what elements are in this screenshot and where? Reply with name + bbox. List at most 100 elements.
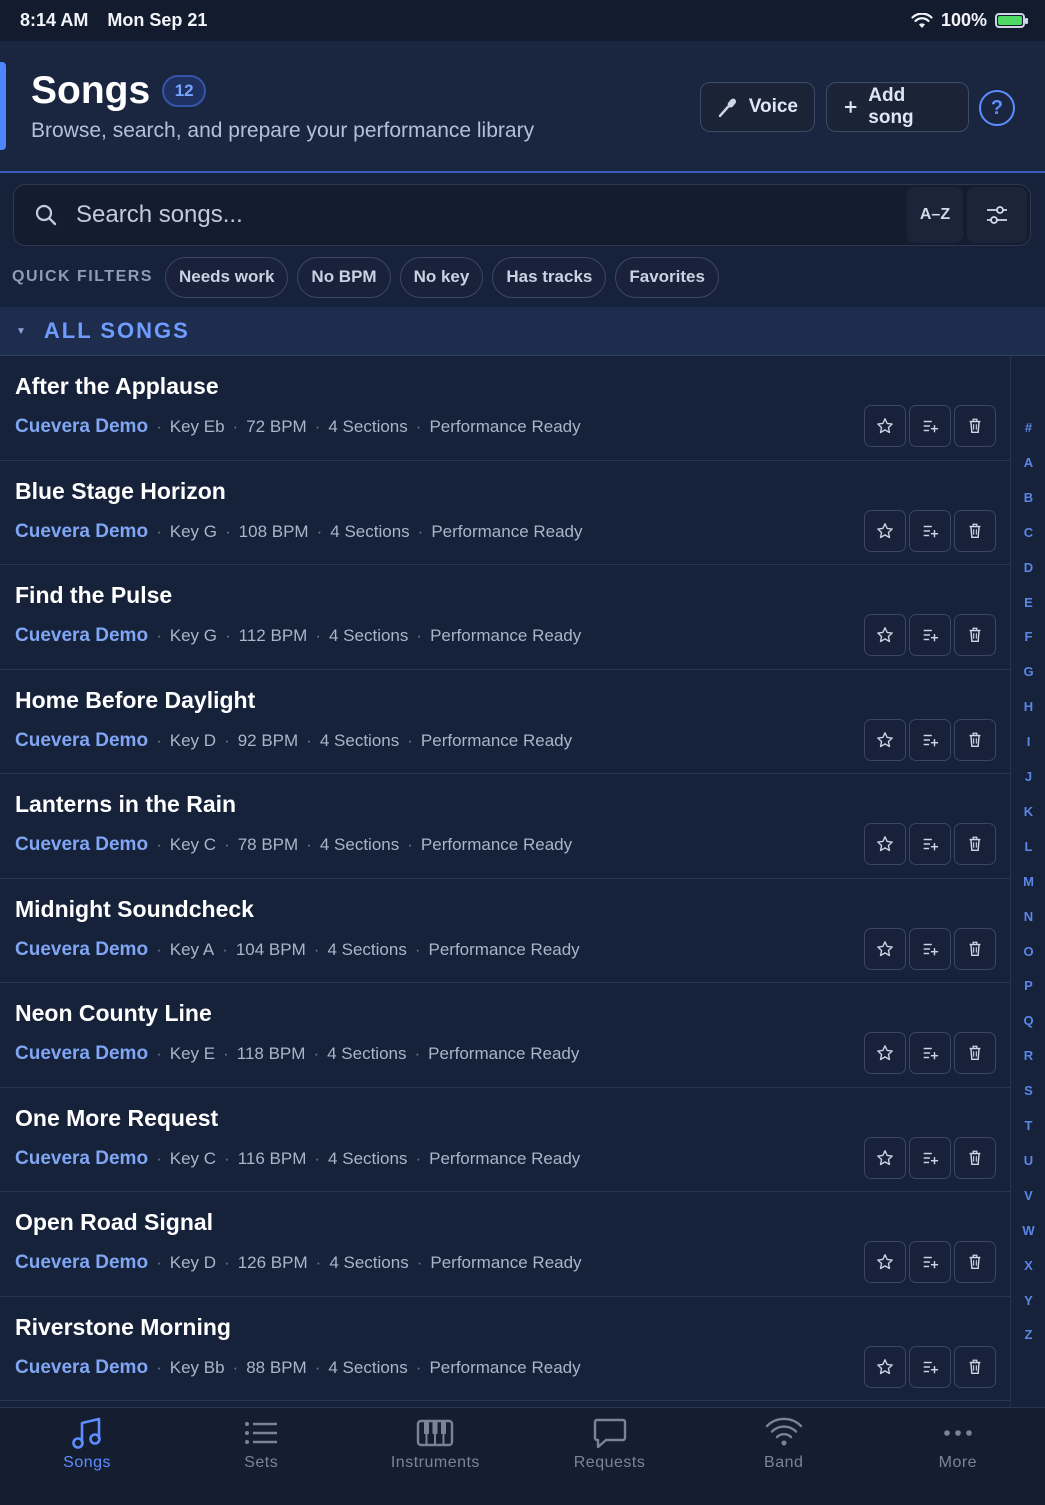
chat-bubble-icon — [593, 1418, 626, 1449]
alphabet-letter[interactable]: G — [1011, 664, 1045, 679]
add-to-set-icon — [923, 1361, 939, 1373]
alphabet-letter[interactable]: D — [1011, 560, 1045, 575]
add-to-set-icon — [923, 1047, 939, 1060]
alphabet-letter[interactable]: W — [1011, 1223, 1045, 1238]
song-actions — [864, 718, 996, 761]
delete-button[interactable] — [954, 1136, 996, 1179]
favorite-button[interactable] — [864, 718, 906, 761]
favorite-button[interactable] — [864, 1136, 906, 1179]
alphabet-letter[interactable]: E — [1011, 595, 1045, 610]
alphabet-letter[interactable]: O — [1011, 944, 1045, 959]
delete-button[interactable] — [954, 1032, 996, 1074]
music-note-icon — [72, 1417, 101, 1449]
filter-chip-has-tracks[interactable]: Has tracks — [492, 256, 607, 298]
alphabet-letter[interactable]: C — [1011, 525, 1045, 540]
section-header-all-songs[interactable]: ▼ ALL SONGS — [0, 307, 1045, 356]
add-to-set-button[interactable] — [909, 614, 951, 656]
tab-sets[interactable]: Sets — [174, 1408, 348, 1473]
alphabet-letter[interactable]: U — [1011, 1153, 1045, 1168]
alphabet-letter[interactable]: F — [1011, 629, 1045, 644]
song-key: Key G — [169, 626, 217, 645]
add-song-button[interactable]: Add song — [826, 82, 969, 132]
add-to-set-button[interactable] — [909, 405, 951, 447]
favorite-button[interactable] — [864, 1345, 906, 1388]
alphabet-letter[interactable]: K — [1011, 804, 1045, 819]
filter-chip-favorites[interactable]: Favorites — [615, 256, 719, 298]
delete-button[interactable] — [954, 614, 996, 656]
alphabet-letter[interactable]: H — [1011, 699, 1045, 714]
favorite-button[interactable] — [864, 1241, 906, 1283]
meta-separator: · — [156, 417, 162, 436]
add-to-set-button[interactable] — [909, 718, 951, 761]
song-row[interactable]: One More Request Cuevera Demo · Key C · 116 B… — [0, 1088, 1010, 1192]
tab-more[interactable]: More — [871, 1408, 1045, 1473]
song-row[interactable]: Find the Pulse Cuevera Demo · Key G · 112 BPM… — [0, 565, 1010, 670]
favorite-button[interactable] — [864, 405, 906, 447]
alphabet-letter[interactable]: P — [1011, 978, 1045, 993]
song-row[interactable]: Midnight Soundcheck Cuevera Demo · Key A · 10… — [0, 879, 1010, 983]
song-row[interactable]: Blue Stage Horizon Cuevera Demo · Key G · 108… — [0, 461, 1010, 565]
alphabet-index[interactable]: # A B C D E F G H I J K L M N O P Q R S T U V W X Y Z — [1010, 356, 1045, 1406]
song-row[interactable]: After the Applause Cuevera Demo · Key Eb · 72… — [0, 356, 1010, 461]
alphabet-letter[interactable]: V — [1011, 1188, 1045, 1203]
alphabet-letter[interactable]: # — [1011, 420, 1045, 435]
favorite-button[interactable] — [864, 614, 906, 656]
add-to-set-button[interactable] — [909, 1241, 951, 1283]
filter-settings-button[interactable] — [967, 187, 1027, 243]
header-accent — [0, 62, 6, 150]
song-row[interactable]: Open Road Signal Cuevera Demo · Key D · 126 B… — [0, 1192, 1010, 1297]
alphabet-letter[interactable]: M — [1011, 874, 1045, 889]
add-to-set-button[interactable] — [909, 1345, 951, 1388]
song-title: Blue Stage Horizon — [15, 477, 226, 504]
favorite-button[interactable] — [864, 1032, 906, 1074]
delete-button[interactable] — [954, 405, 996, 447]
add-to-set-button[interactable] — [909, 823, 951, 865]
alphabet-letter[interactable]: Q — [1011, 1013, 1045, 1028]
alphabet-letter[interactable]: T — [1011, 1118, 1045, 1133]
filter-chip-no-bpm[interactable]: No BPM — [297, 256, 391, 298]
help-button[interactable]: ? — [979, 90, 1015, 126]
favorite-button[interactable] — [864, 927, 906, 970]
alphabet-letter[interactable]: J — [1011, 769, 1045, 784]
song-actions — [864, 509, 996, 552]
song-row[interactable]: Riverstone Morning Cuevera Demo · Key Bb · 88… — [0, 1297, 1010, 1401]
alphabet-letter[interactable]: S — [1011, 1083, 1045, 1098]
add-to-set-button[interactable] — [909, 1136, 951, 1179]
add-to-set-button[interactable] — [909, 1032, 951, 1074]
delete-button[interactable] — [954, 1241, 996, 1283]
delete-button[interactable] — [954, 509, 996, 552]
delete-button[interactable] — [954, 1345, 996, 1388]
filter-chip-needs-work[interactable]: Needs work — [164, 256, 289, 298]
alphabet-letter[interactable]: Z — [1011, 1327, 1045, 1342]
alphabet-letter[interactable]: B — [1011, 490, 1045, 505]
page-subtitle: Browse, search, and prepare your perform… — [31, 119, 535, 142]
song-row[interactable]: Neon County Line Cuevera Demo · Key E · 118 B… — [0, 983, 1010, 1088]
tab-requests[interactable]: Requests — [522, 1408, 696, 1473]
sort-az-button[interactable]: A–Z — [907, 187, 963, 243]
add-to-set-button[interactable] — [909, 927, 951, 970]
delete-button[interactable] — [954, 927, 996, 970]
add-to-set-button[interactable] — [909, 509, 951, 552]
tab-songs[interactable]: Songs — [0, 1408, 174, 1473]
delete-button[interactable] — [954, 823, 996, 865]
song-row[interactable]: Home Before Daylight Cuevera Demo · Key D · 9… — [0, 670, 1010, 774]
alphabet-letter[interactable]: I — [1011, 734, 1045, 749]
alphabet-letter[interactable]: X — [1011, 1258, 1045, 1273]
alphabet-letter[interactable]: Y — [1011, 1293, 1045, 1308]
search-bar[interactable]: Search songs... A–Z — [13, 184, 1031, 246]
alphabet-letter[interactable]: L — [1011, 839, 1045, 854]
song-sections: 4 Sections — [328, 1148, 408, 1168]
filter-chip-no-key[interactable]: No key — [399, 256, 484, 298]
alphabet-letter[interactable]: N — [1011, 909, 1045, 924]
song-row[interactable]: Lanterns in the Rain Cuevera Demo · Key C · 7… — [0, 774, 1010, 879]
alphabet-letter[interactable]: A — [1011, 455, 1045, 470]
favorite-button[interactable] — [864, 823, 906, 865]
voice-button[interactable]: Voice — [700, 82, 815, 132]
search-input[interactable]: Search songs... — [76, 201, 907, 229]
tab-instruments[interactable]: Instruments — [348, 1408, 522, 1473]
delete-button[interactable] — [954, 718, 996, 761]
alphabet-letter[interactable]: R — [1011, 1048, 1045, 1063]
favorite-button[interactable] — [864, 509, 906, 552]
collapse-caret-icon: ▼ — [16, 325, 26, 337]
tab-band[interactable]: Band — [697, 1408, 871, 1473]
